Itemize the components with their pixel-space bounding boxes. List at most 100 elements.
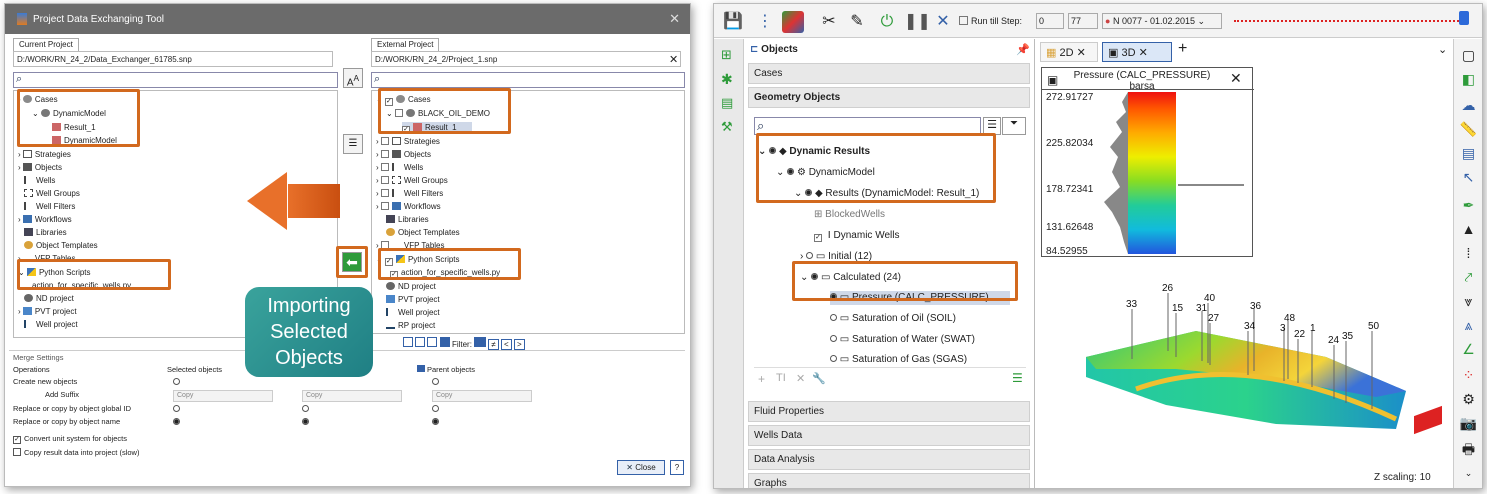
radio-selected[interactable] [302,418,309,425]
tree-item[interactable]: Well project [386,307,440,318]
checkbox-checked-icon[interactable]: ✓ [814,234,822,242]
tab-2d[interactable]: ▦ 2D ✕ [1040,42,1098,62]
pen-icon[interactable]: ✒ [1458,195,1479,215]
tree-item[interactable]: ND project [386,281,436,292]
ruler-icon[interactable]: 📏 [1458,119,1479,139]
suffix-copy-field[interactable]: Copy [173,390,273,402]
tree-item[interactable]: Object Templates [386,227,460,238]
pointer-icon[interactable]: ↖ [1458,167,1479,187]
list-icon[interactable]: ☰ [1012,371,1023,385]
step-to-input[interactable]: 77 [1068,13,1098,29]
tree-item[interactable]: ▭ Saturation of Oil (SOIL) [830,312,956,326]
tree-item[interactable]: › Well Filters [376,188,443,199]
link-icon[interactable] [427,337,438,347]
tree-item[interactable]: ▭ Saturation of Gas (SGAS) [830,353,967,367]
step-from-input[interactable]: 0 [1036,13,1064,29]
help-button[interactable]: ? [670,460,684,475]
stop-icon[interactable]: ✕ [932,11,954,33]
tree-item[interactable]: › Objects [376,149,431,160]
tree-item[interactable]: ▭ Saturation of Water (SWAT) [830,333,975,347]
section-graphs[interactable]: Graphs [748,473,1030,488]
tree-item[interactable]: › PVT project [18,306,77,317]
tree-item[interactable]: › Objects [18,162,62,173]
layout-icon[interactable]: ▤ [721,95,733,111]
filter-icon[interactable]: ⩔ [1458,291,1479,311]
suffix-copy-field[interactable]: Copy [302,390,402,402]
gear-icon[interactable]: ✱ [721,71,733,88]
checkbox-icon[interactable] [380,137,389,145]
radio[interactable] [830,355,837,362]
checkbox-icon[interactable] [380,202,389,210]
checkbox-icon[interactable] [380,189,389,197]
tree-item[interactable]: Object Templates [24,240,98,251]
section-data-analysis[interactable]: Data Analysis [748,449,1030,470]
section-cases[interactable]: Cases [748,63,1030,84]
add-layer-icon[interactable]: ⤤ [1458,267,1479,287]
tree-item[interactable]: Well Groups [24,188,80,199]
print-icon[interactable]: 🖶 [1458,439,1479,459]
step-date-select[interactable]: ● N 0077 - 01.02.2015 ⌄ [1102,13,1222,29]
not-equal-icon[interactable]: ≠ [488,339,499,350]
users-icon[interactable] [439,337,450,347]
hammer-icon[interactable]: ⚒ [721,119,733,135]
radio[interactable] [806,252,814,259]
radio[interactable] [173,405,180,412]
checkbox-icon[interactable] [380,150,389,158]
radio[interactable] [830,335,837,342]
workflow-icon[interactable]: ⋮ [754,11,776,33]
filter-table-icon[interactable] [474,337,487,347]
objects-tree-icon[interactable]: ⊞ [721,47,732,63]
tab-current-project[interactable]: Current Project [13,38,79,51]
run-till-step[interactable]: Run till Step: [959,16,1022,26]
pause-icon[interactable]: ❚❚ [904,11,931,33]
scissors-icon[interactable]: ✂ [818,11,840,33]
cloud-icon[interactable]: ☁ [1458,95,1479,115]
palette-icon[interactable] [782,11,804,33]
radio-selected[interactable] [173,418,180,425]
tree-item[interactable]: Well Filters [24,201,75,212]
radio[interactable] [830,314,837,321]
table-icon[interactable]: ▤ [1458,143,1479,163]
tree-item[interactable]: › Wells [376,162,423,173]
reservoir-3d-model[interactable]: 26 33 15 40 31 27 36 34 3 48 22 1 24 35 … [1076,279,1446,459]
pyramid-icon[interactable]: ▲ [1458,219,1479,239]
tree-item[interactable]: PVT project [386,294,440,305]
tab-3d[interactable]: ▣ 3D ✕ [1102,42,1172,62]
tree-item[interactable]: ⊞ BlockedWells [814,208,885,222]
radio[interactable] [173,378,180,385]
section-geometry-objects[interactable]: Geometry Objects [748,87,1030,108]
tab-external-project[interactable]: External Project [371,38,440,51]
angle-icon[interactable]: ∠ [1458,339,1479,359]
cube-view-icon[interactable]: ▢ [1458,45,1479,65]
filter-icon-2[interactable] [415,337,426,347]
tree-item[interactable]: › Strategies [376,136,440,147]
tree-item[interactable]: › Workflows [18,214,72,225]
more-icon[interactable]: ⌄ [1458,463,1479,483]
list-button[interactable]: ☰ [343,134,363,154]
magic-wand-icon[interactable]: ✎ [846,11,868,33]
funnel-icon[interactable]: ⏷ [1002,117,1026,135]
timeline-handle[interactable] [1459,11,1469,25]
power-icon[interactable]: ⏻ [876,11,898,33]
pin-icon[interactable]: 📌 [1016,43,1030,56]
tree-item[interactable]: Well project [24,319,78,330]
radio[interactable] [432,378,439,385]
filter-icon-1[interactable] [403,337,413,347]
new-tab-icon[interactable]: + [1178,40,1187,58]
legend-close-icon[interactable]: ✕ [1230,70,1242,87]
radio-selected[interactable] [432,418,439,425]
timeline-track[interactable] [1234,20,1466,23]
import-arrow-button[interactable]: ⬅ [342,252,362,272]
camera-icon[interactable]: 📷 [1458,413,1479,433]
save-icon[interactable]: 💾 [722,11,744,33]
radio[interactable] [432,405,439,412]
current-search-input[interactable]: ⌕ [13,72,338,88]
close-button[interactable]: ✕ Close [617,460,665,475]
external-search-input[interactable]: ⌕ [371,72,685,88]
prev-icon[interactable]: < [501,339,512,350]
qc-icon[interactable]: ⩓ [1458,315,1479,335]
convert-units-checkbox[interactable]: ✓ Convert unit system for objects [13,434,127,444]
copy-results-checkbox[interactable]: Copy result data into project (slow) [13,448,139,457]
radio[interactable] [302,405,309,412]
checkbox-icon[interactable] [380,176,389,184]
